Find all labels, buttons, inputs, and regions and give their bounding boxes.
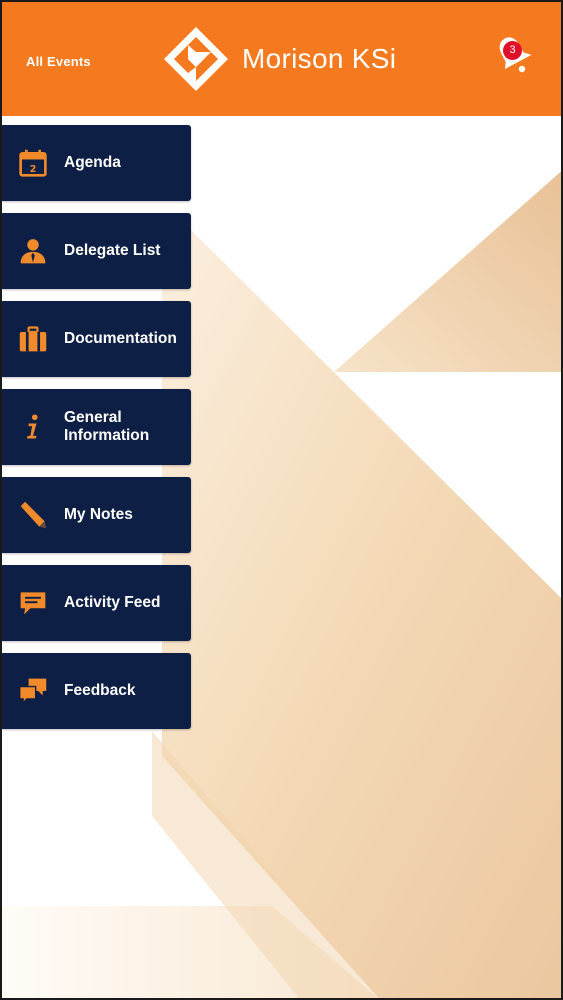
- menu-item-feedback[interactable]: Feedback: [2, 653, 191, 729]
- menu-item-agenda[interactable]: 2 Agenda: [2, 125, 191, 201]
- app-header: All Events Morison KSi 3: [2, 2, 561, 116]
- all-events-link[interactable]: All Events: [26, 54, 91, 69]
- menu-item-label: Delegate List: [64, 242, 161, 259]
- brand-name: Morison KSi: [242, 43, 397, 74]
- info-icon: [16, 410, 50, 444]
- menu-item-label: Agenda: [64, 154, 121, 171]
- menu-item-label: My Notes: [64, 506, 133, 523]
- menu-item-general-information[interactable]: General Information: [2, 389, 191, 465]
- brand-logo-group: Morison KSi: [164, 27, 396, 91]
- app-screen: All Events Morison KSi 3 2 Agenda Delega…: [0, 0, 563, 1000]
- menu-item-label: General Information: [64, 409, 150, 444]
- notifications-button[interactable]: 3: [494, 32, 536, 76]
- menu-item-documentation[interactable]: Documentation: [2, 301, 191, 377]
- morison-ksi-logo-icon: [164, 27, 228, 91]
- menu-item-label: Feedback: [64, 682, 136, 699]
- person-icon: [16, 234, 50, 268]
- menu-item-label: Documentation: [64, 330, 177, 347]
- svg-text:2: 2: [30, 164, 37, 175]
- notification-count-badge: 3: [503, 41, 522, 60]
- chat-bubble-icon: [16, 586, 50, 620]
- pencil-icon: [16, 498, 50, 532]
- calendar-icon: 2: [16, 146, 50, 180]
- menu-item-label: Activity Feed: [64, 594, 161, 611]
- menu-item-my-notes[interactable]: My Notes: [2, 477, 191, 553]
- menu-item-activity-feed[interactable]: Activity Feed: [2, 565, 191, 641]
- feedback-bubbles-icon: [16, 674, 50, 708]
- menu-item-delegate-list[interactable]: Delegate List: [2, 213, 191, 289]
- briefcase-icon: [16, 322, 50, 356]
